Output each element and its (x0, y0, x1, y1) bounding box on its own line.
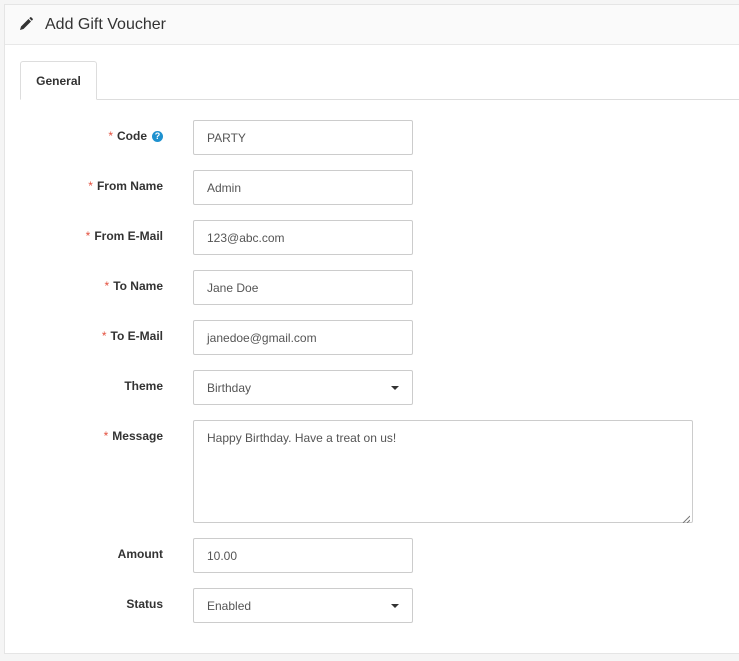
from-name-label: * From Name (88, 179, 163, 193)
message-label: * Message (103, 429, 163, 443)
tab-general[interactable]: General (20, 61, 97, 100)
status-label: Status (126, 597, 163, 611)
to-email-label: * To E-Mail (101, 329, 163, 343)
help-icon[interactable]: ? (152, 130, 163, 142)
message-textarea[interactable]: Happy Birthday. Have a treat on us! (193, 420, 693, 524)
from-name-input[interactable]: Admin (193, 170, 413, 205)
required-marker: * (108, 129, 113, 143)
theme-label: Theme (124, 379, 163, 393)
page-title: Add Gift Voucher (45, 15, 166, 33)
code-label: * Code ? (108, 129, 163, 143)
panel-heading: Add Gift Voucher (5, 5, 739, 45)
voucher-panel: Add Gift Voucher General * Code ? PARTY … (4, 4, 739, 654)
amount-label: Amount (117, 547, 163, 561)
chevron-down-icon (391, 385, 399, 390)
theme-select[interactable]: Birthday (193, 370, 413, 405)
tab-bar: General (20, 61, 739, 100)
chevron-down-icon (391, 603, 399, 608)
required-marker: * (104, 279, 110, 293)
to-name-input[interactable]: Jane Doe (193, 270, 413, 305)
required-marker: * (88, 179, 93, 193)
to-email-input[interactable]: janedoe@gmail.com (193, 320, 413, 355)
resize-handle-icon[interactable] (682, 512, 691, 524)
required-marker: * (101, 329, 107, 343)
from-email-input[interactable]: 123@abc.com (193, 220, 413, 255)
amount-input[interactable]: 10.00 (193, 538, 413, 573)
pencil-icon (19, 16, 35, 33)
status-select[interactable]: Enabled (193, 588, 413, 623)
required-marker: * (103, 429, 109, 443)
from-email-label: * From E-Mail (85, 229, 163, 243)
to-name-label: * To Name (104, 279, 163, 293)
code-input[interactable]: PARTY (193, 120, 413, 155)
required-marker: * (85, 229, 91, 243)
